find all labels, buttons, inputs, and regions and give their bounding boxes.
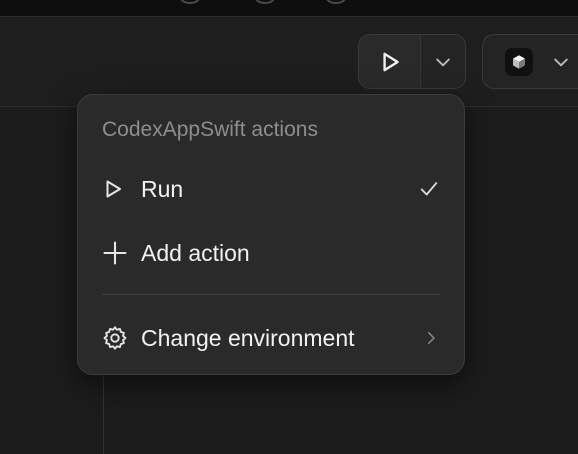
chevron-down-icon xyxy=(554,58,568,66)
cube-icon xyxy=(505,47,533,76)
window-indicator xyxy=(180,0,200,4)
actions-menu: CodexAppSwift actions Run Add action Cha… xyxy=(77,94,465,375)
chevron-down-icon xyxy=(436,58,450,66)
menu-separator xyxy=(102,294,440,295)
menu-item-label: Run xyxy=(141,175,184,202)
window-indicator xyxy=(255,0,275,4)
play-icon xyxy=(382,52,399,71)
app-window: CodexAppSwift actions Run Add action Cha… xyxy=(0,0,578,454)
run-options-button[interactable] xyxy=(421,35,465,88)
title-strip xyxy=(0,0,578,17)
environment-button[interactable] xyxy=(482,34,578,89)
play-icon xyxy=(101,177,141,201)
run-split-button xyxy=(358,34,466,89)
gear-icon xyxy=(101,324,141,352)
menu-item-change-environment[interactable]: Change environment xyxy=(88,312,454,364)
checkmark-icon xyxy=(418,163,440,215)
menu-item-label: Change environment xyxy=(141,324,355,351)
menu-header: CodexAppSwift actions xyxy=(102,118,318,141)
chevron-right-icon xyxy=(422,312,440,364)
menu-item-label: Add action xyxy=(141,239,250,266)
plus-icon xyxy=(101,239,141,267)
window-indicator xyxy=(326,0,346,4)
menu-item-run[interactable]: Run xyxy=(88,163,454,215)
menu-item-add-action[interactable]: Add action xyxy=(88,227,454,279)
run-button[interactable] xyxy=(359,35,421,88)
